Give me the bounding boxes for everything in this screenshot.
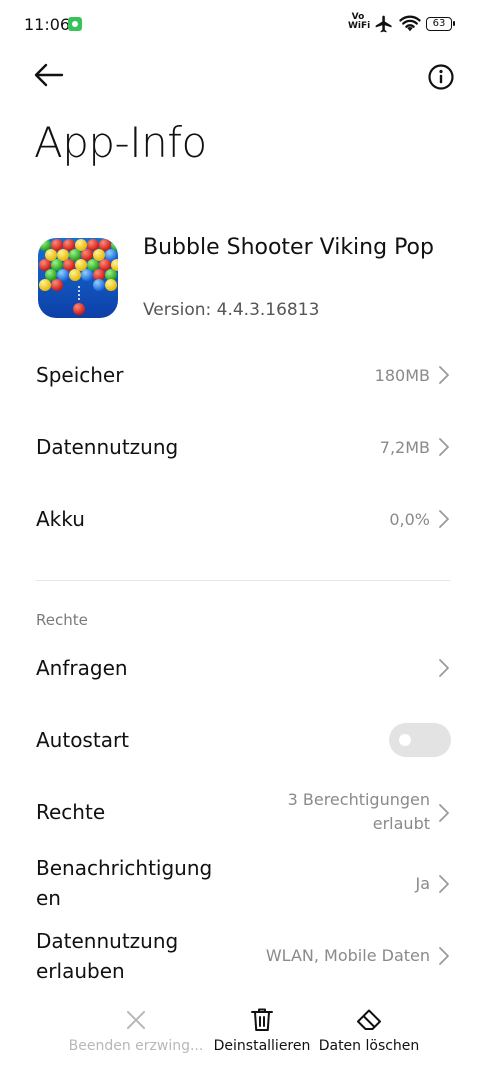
- rights-value: 3 Berechtigungen erlaubt: [288, 788, 430, 836]
- storage-label: Speicher: [36, 363, 124, 387]
- battery-indicator: 63: [426, 17, 455, 31]
- chevron-right-icon: [439, 659, 449, 677]
- clear-data-button[interactable]: Daten löschen: [299, 1005, 439, 1054]
- battery-value: 0,0%: [389, 510, 430, 529]
- rights-value-line1: 3 Berechtigungen: [287, 790, 430, 809]
- app-version: Version: 4.4.3.16813: [143, 300, 320, 320]
- close-x-icon: [127, 1011, 145, 1029]
- battery-row[interactable]: Akku 0,0%: [0, 500, 486, 540]
- rights-label: Rechte: [36, 800, 106, 824]
- clear-data-label: Daten löschen: [318, 1038, 420, 1054]
- chevron-right-icon: [439, 947, 449, 965]
- force-stop-label: Beenden erzwing...: [68, 1038, 204, 1054]
- bubble-shooter-logo: [39, 239, 118, 315]
- requests-row[interactable]: Anfragen: [0, 650, 486, 690]
- chevron-right-icon: [439, 510, 449, 528]
- data-usage-permission-label-line2: erlauben: [36, 959, 125, 983]
- storage-value: 180MB: [374, 366, 430, 385]
- notifications-label: Benachrichtigung en: [36, 853, 212, 913]
- autostart-toggle[interactable]: [389, 723, 451, 757]
- info-circle-icon[interactable]: [426, 62, 456, 92]
- data-usage-row[interactable]: Datennutzung 7,2MB: [0, 428, 486, 468]
- data-usage-value: 7,2MB: [379, 438, 430, 457]
- section-divider: [36, 580, 450, 581]
- data-usage-permission-label: Datennutzung erlauben: [36, 926, 178, 986]
- permissions-section-header: Rechte: [36, 611, 88, 629]
- app-name: Bubble Shooter Viking Pop: [143, 235, 434, 260]
- airplane-mode-icon: [375, 15, 392, 33]
- vowifi-icon: Vo WiFi: [348, 13, 371, 31]
- data-usage-permission-row[interactable]: Datennutzung erlauben WLAN, Mobile Daten: [0, 926, 486, 988]
- rights-row[interactable]: Rechte 3 Berechtigungen erlaubt: [0, 787, 486, 839]
- status-time: 11:06: [24, 15, 71, 34]
- toggle-knob: [399, 734, 411, 746]
- chevron-right-icon: [439, 366, 449, 384]
- data-usage-permission-value: WLAN, Mobile Daten: [265, 946, 430, 965]
- notification-app-icon: [68, 17, 82, 31]
- notifications-value: Ja: [415, 874, 430, 893]
- autostart-label: Autostart: [36, 728, 130, 752]
- data-usage-label: Datennutzung: [36, 435, 179, 459]
- wifi-icon: [399, 15, 421, 32]
- data-usage-permission-label-line1: Datennutzung: [36, 929, 179, 953]
- eraser-icon: [357, 1009, 381, 1030]
- notifications-row[interactable]: Benachrichtigung en Ja: [0, 853, 486, 915]
- notifications-label-line2: en: [36, 886, 61, 910]
- rights-value-line2: erlaubt: [372, 814, 430, 833]
- app-icon: [38, 238, 118, 318]
- chevron-right-icon: [439, 875, 449, 893]
- battery-label: Akku: [36, 507, 85, 531]
- vowifi-label-bottom: WiFi: [348, 21, 371, 31]
- storage-row[interactable]: Speicher 180MB: [0, 356, 486, 396]
- notifications-label-line1: Benachrichtigung: [36, 856, 213, 880]
- force-stop-button[interactable]: Beenden erzwing...: [66, 1005, 206, 1054]
- chevron-right-icon: [439, 804, 449, 822]
- back-arrow-icon[interactable]: [30, 60, 66, 90]
- chevron-right-icon: [439, 438, 449, 456]
- requests-label: Anfragen: [36, 656, 128, 680]
- page-title: App-Info: [34, 118, 207, 167]
- trash-icon: [251, 1008, 273, 1031]
